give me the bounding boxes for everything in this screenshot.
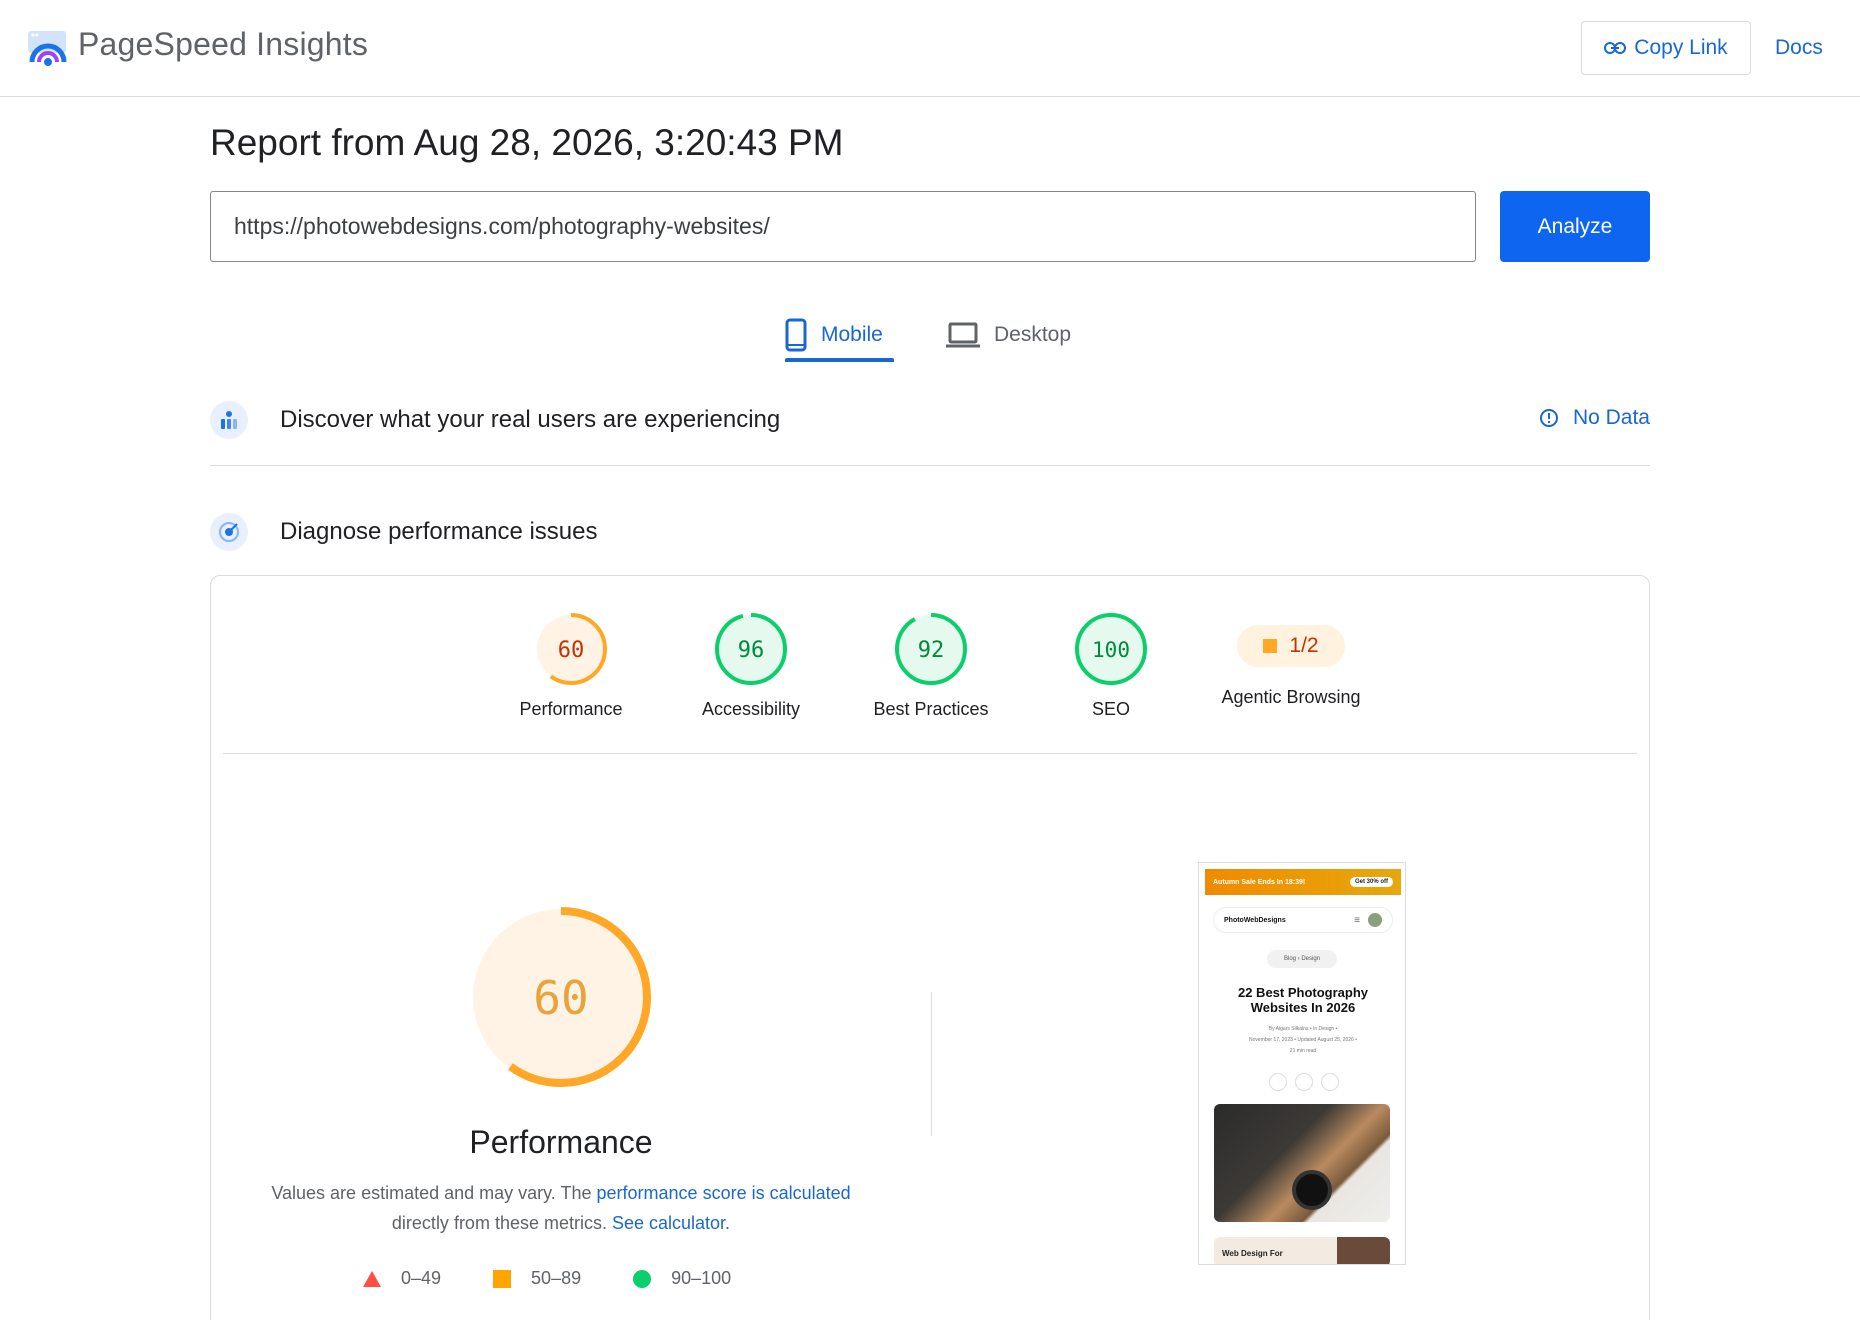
screenshot-nav: PhotoWebDesigns ≡ [1213,907,1393,933]
screenshot-breadcrumb: Blog › Design [1267,950,1337,968]
average-square-icon [493,1269,512,1288]
gauge-performance-label: Performance [519,699,623,719]
x-icon [1295,1073,1313,1091]
copy-link-button[interactable]: Copy Link [1581,21,1751,75]
gauges-divider [223,753,1637,754]
screenshot-banner-cta: Get 30% off [1349,877,1393,887]
performance-note: Values are estimated and may vary. The p… [271,1178,851,1238]
score-calculated-link[interactable]: performance score is calculated [597,1183,851,1203]
gauge-best-practices-label: Best Practices [873,699,989,719]
top-bar: PageSpeed Insights Copy Link Docs [0,0,1860,97]
mail-icon [1321,1073,1339,1091]
screenshot-meta-line2: November 17, 2023 • Updated August 25, 2… [1248,1037,1358,1043]
field-data-section[interactable]: Discover what your real users are experi… [210,392,1650,448]
screenshot-meta-line3: 21 min read [1289,1048,1317,1054]
gauge-seo-score: 100 [1092,638,1130,662]
best-practices-gauge-ring: 92 [895,613,967,685]
camera-lens-icon [1292,1170,1332,1210]
gauge-best-practices[interactable]: 92 Best Practices [851,611,1011,720]
gauge-seo-label: SEO [1091,699,1130,719]
diagnose-label: Diagnose performance issues [280,518,598,545]
copy-link-label: Copy Link [1634,36,1728,59]
section-divider [210,465,1650,466]
fail-triangle-icon [363,1270,381,1287]
screenshot-avatar [1368,913,1382,927]
gauge-agentic-browsing[interactable]: 1/2 Agentic Browsing [1211,611,1371,708]
gauge-agentic-label: Agentic Browsing [1221,687,1361,707]
screenshot-site-name: PhotoWebDesigns [1224,916,1286,924]
tab-desktop-label: Desktop [994,323,1072,346]
tab-selected-indicator [785,358,894,362]
legend-average: 50–89 [493,1268,581,1289]
no-data-link[interactable]: No Data [1539,406,1650,430]
gauge-performance-score: 60 [558,638,585,663]
screenshot-headline: 22 Best Photography Websites In 2026 [1237,985,1369,1015]
screenshot-hero-image [1214,1104,1390,1222]
gauge-accessibility-label: Accessibility [701,699,801,719]
average-square-icon [1263,639,1278,653]
legend-fail: 0–49 [363,1268,441,1289]
legend-pass-range: 90–100 [671,1268,732,1288]
performance-heading: Performance [469,1124,653,1160]
app-title: PageSpeed Insights [78,26,369,62]
screenshot-banner-text: Autumn Sale Ends In 18:39! [1213,878,1306,886]
gauge-performance[interactable]: 60 Performance [491,611,651,720]
field-data-label: Discover what your real users are experi… [280,406,781,433]
legend-average-range: 50–89 [531,1268,582,1288]
users-chart-icon [210,401,248,439]
url-input[interactable] [210,191,1476,262]
seo-gauge-ring: 100 [1075,613,1147,685]
screenshot-meta: By Aigars Silkalns • In Design • Novembe… [1209,1024,1397,1057]
gauge-best-practices-score: 92 [918,638,945,663]
diagnose-section: Diagnose performance issues [210,504,1650,560]
smartphone-icon [785,318,807,352]
gauge-accessibility[interactable]: 96 Accessibility [671,611,831,720]
category-gauges: 60 Performance 96 Accessibility 92 Best … [211,611,1649,731]
link-icon [1604,42,1627,54]
info-circle-icon [1539,409,1558,427]
screenshot-sale-banner: Autumn Sale Ends In 18:39! Get 30% off [1205,869,1401,895]
score-legend: 0–49 50–89 90–100 [363,1268,783,1289]
tab-mobile-label: Mobile [821,323,883,346]
performance-gauge-ring: 60 [535,613,607,685]
page-screenshot-thumbnail: Autumn Sale Ends In 18:39! Get 30% off P… [1198,862,1406,1265]
report-title: Report from Aug 28, 2026, 3:20:43 PM [210,122,844,163]
tab-desktop[interactable]: Desktop [946,308,1071,362]
analyze-button[interactable]: Analyze [1500,191,1650,262]
screenshot-next-card: Web Design For [1214,1237,1390,1264]
performance-big-score: 60 [533,971,588,1025]
pagespeed-logo-icon [28,31,67,66]
no-data-label: No Data [1572,406,1650,429]
facebook-icon [1269,1073,1287,1091]
docs-link[interactable]: Docs [1775,36,1823,60]
tab-mobile[interactable]: Mobile [785,308,883,362]
note-middle: directly from these metrics. [391,1213,612,1233]
gauge-seo[interactable]: 100 SEO [1031,611,1191,720]
agentic-browsing-pill: 1/2 [1237,625,1345,667]
vertical-divider [931,992,932,1136]
legend-pass: 90–100 [633,1268,731,1289]
laptop-icon [946,322,980,348]
lighthouse-report-panel: 60 Performance 96 Accessibility 92 Best … [210,575,1650,1320]
note-prefix: Values are estimated and may vary. The [271,1183,597,1203]
legend-fail-range: 0–49 [401,1268,442,1288]
screenshot-meta-line1: By Aigars Silkalns • In Design • [1268,1026,1338,1032]
screenshot-social-buttons [1269,1073,1339,1091]
gauge-agentic-score: 1/2 [1289,634,1319,657]
see-calculator-link[interactable]: See calculator. [612,1213,730,1233]
gauge-accessibility-score: 96 [738,638,765,663]
performance-big-gauge: 60 [471,907,651,1087]
screenshot-menu-icon: ≡ [1354,914,1360,926]
diagnose-target-icon [210,513,248,551]
accessibility-gauge-ring: 96 [715,613,787,685]
pass-circle-icon [633,1269,652,1288]
